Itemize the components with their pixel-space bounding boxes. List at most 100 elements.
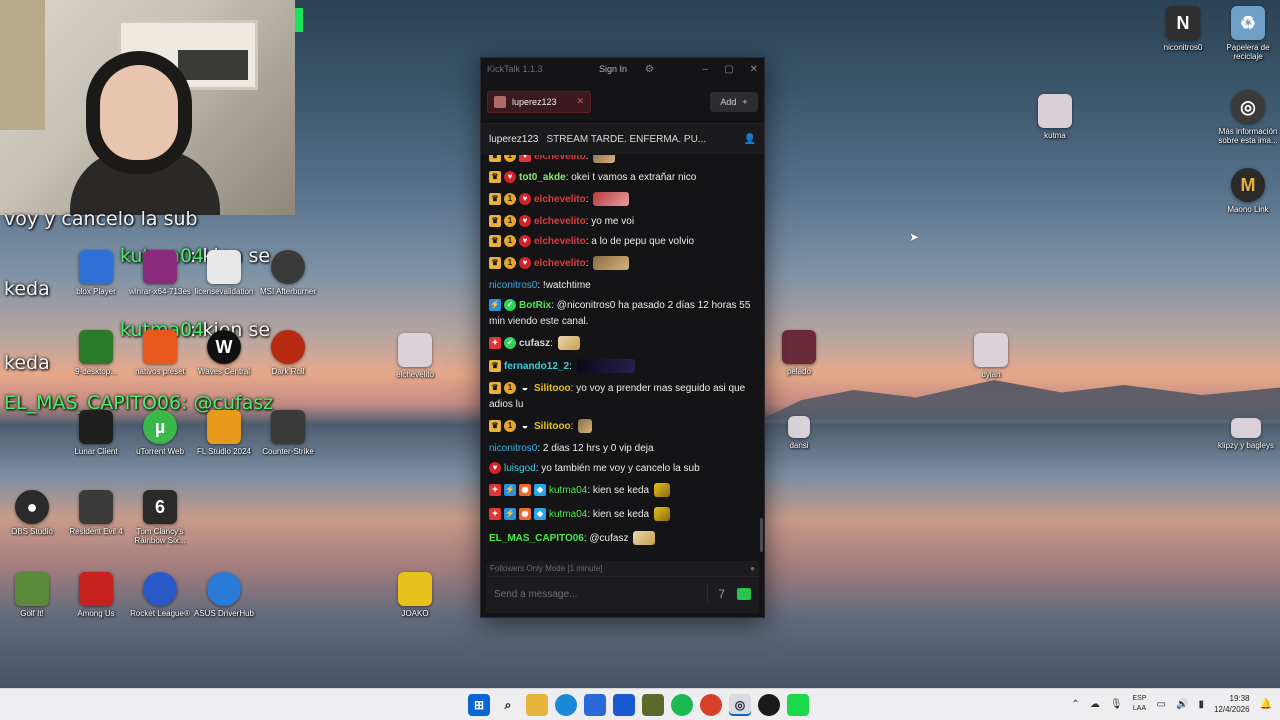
desktop-icon[interactable]: kutma <box>1019 94 1091 140</box>
desktop-icon[interactable]: JOAKO <box>379 572 451 618</box>
settings-gear-icon[interactable]: ⚙ <box>645 64 654 75</box>
subscriber-badge-icon: 1 <box>504 420 516 433</box>
chat-username[interactable]: BotRix <box>519 300 551 311</box>
chat-username[interactable]: kutma04 <box>549 509 587 520</box>
battery-icon[interactable]: ▮ <box>1198 699 1204 710</box>
desktop-icon[interactable]: Counter-Strike <box>252 410 324 456</box>
desktop-icon[interactable]: Among Us <box>60 572 132 618</box>
desktop-icon[interactable]: winrar-x64-713es <box>124 250 196 296</box>
seventv-emote-icon[interactable]: 7 <box>718 587 725 601</box>
edge-icon[interactable] <box>555 694 577 716</box>
chat-username[interactable]: niconitros0 <box>489 443 537 454</box>
subscriber-badge-icon: 1 <box>504 257 516 270</box>
desktop-icon[interactable]: blox Player <box>60 250 132 296</box>
desktop-icon[interactable]: dylan <box>955 333 1027 379</box>
desktop-icon[interactable]: Resident Evil 4 <box>60 490 132 536</box>
chatroom-tab[interactable]: luperez123 ✕ <box>487 90 592 113</box>
chat-username[interactable]: fernando12_2 <box>504 361 569 372</box>
image-file-icon <box>1231 418 1261 438</box>
desktop-icon[interactable]: W Waves Central <box>188 330 260 376</box>
clock[interactable]: 19:38 12/4/2026 <box>1214 693 1250 715</box>
notification-bell-icon[interactable]: 🔔 <box>1260 699 1272 710</box>
overlay-chat-line: keda <box>4 352 50 374</box>
chat-username[interactable]: elchevelito <box>534 155 586 162</box>
minimize-icon[interactable]: – <box>703 64 709 75</box>
desktop-icon[interactable]: M Maono Link <box>1212 168 1280 214</box>
language-indicator[interactable]: ESP LAA <box>1133 694 1147 714</box>
emote-icon <box>593 256 630 271</box>
chat-username[interactable]: luisgod <box>504 463 536 474</box>
start-windows-icon[interactable]: ⊞ <box>468 694 490 716</box>
desktop-icon[interactable]: pelado <box>763 330 835 376</box>
kicktalk-taskbar-icon[interactable] <box>787 694 809 716</box>
desktop-icon[interactable]: ASUS DriverHub <box>188 572 260 618</box>
chat-text: yo me voi <box>591 216 635 227</box>
gift-badge-icon: ♥ <box>489 462 501 475</box>
desktop-icon[interactable]: licensevalidation <box>188 250 260 296</box>
kicktalk-window: KickTalk 1.1.3 Sign In ⚙ – ▢ ✕ luperez12… <box>480 57 765 618</box>
outlook-icon[interactable] <box>613 694 635 716</box>
subscriber-badge-icon: 1 <box>504 215 516 228</box>
steam-icon[interactable]: ◎ <box>729 694 751 716</box>
chat-username[interactable]: tot0_akde <box>519 172 566 183</box>
chat-username[interactable]: elchevelito <box>534 216 586 227</box>
desktop-icon[interactable]: µ uTorrent Web <box>124 410 196 456</box>
desktop-icon[interactable]: Lunar Client <box>60 410 132 456</box>
maximize-icon[interactable]: ▢ <box>724 64 733 75</box>
channel-avatar <box>494 95 506 108</box>
language-bottom: LAA <box>1132 705 1147 712</box>
monitor-icon[interactable]: ▭ <box>1157 699 1166 710</box>
chat-username[interactable]: elchevelito <box>534 194 586 205</box>
sign-in-button[interactable]: Sign In <box>599 64 627 74</box>
desktop-icon-label: Más información sobre esta ima... <box>1218 127 1278 146</box>
spotify-icon[interactable] <box>671 694 693 716</box>
chat-username[interactable]: kutma04 <box>549 485 587 496</box>
desktop-icon[interactable]: dansi <box>763 416 835 450</box>
file-explorer-icon[interactable] <box>526 694 548 716</box>
kick-emote-icon[interactable] <box>737 588 751 600</box>
chat-username[interactable]: Silitooo <box>534 421 571 432</box>
game-app-icon[interactable] <box>642 694 664 716</box>
chat-text: 2 dias 12 hrs y 0 vip deja <box>542 443 654 454</box>
desktop-icon[interactable]: Dark Roll <box>252 330 324 376</box>
search-icon[interactable]: ⌕ <box>497 694 519 716</box>
microphone-icon[interactable]: 🎙 <box>1110 699 1123 710</box>
chat-username[interactable]: Silitooo <box>534 383 571 394</box>
speaker-icon[interactable]: 🔊 <box>1176 699 1188 710</box>
desktop-icon[interactable]: FL Studio 2024 <box>188 410 260 456</box>
close-icon[interactable]: ✕ <box>750 64 758 75</box>
chat-username[interactable]: elchevelito <box>534 236 586 247</box>
message-input[interactable]: Send a message... <box>494 589 697 600</box>
desktop-icon[interactable]: 6 Tom Clancy's Rainbow Six... <box>124 490 196 545</box>
chat-username[interactable]: EL_MAS_CAPITO06 <box>489 533 584 544</box>
desktop-icon[interactable]: N niconitros0 <box>1147 6 1219 52</box>
info-icon[interactable]: ● <box>750 564 755 573</box>
chrome-icon[interactable] <box>700 694 722 716</box>
desktop-icon[interactable]: ● OBS Studio <box>0 490 68 536</box>
user-icon[interactable]: 👤 <box>744 134 756 145</box>
desktop-icon-label: ASUS DriverHub <box>193 609 254 618</box>
desktop-icon[interactable]: elchevelito <box>379 333 451 379</box>
chevron-up-icon[interactable]: ⌃ <box>1071 699 1079 710</box>
desktop-icon[interactable]: 9-desktop... <box>60 330 132 376</box>
chat-username[interactable]: cufasz <box>519 338 550 349</box>
taskbar-apps: ⊞ ⌕ ◎ <box>468 694 809 716</box>
gift-badge-icon: ♥ <box>519 193 531 206</box>
close-tab-icon[interactable]: ✕ <box>577 96 585 107</box>
desktop-icon[interactable]: Rocket League® <box>124 572 196 618</box>
desktop-icon[interactable]: nativos preset <box>124 330 196 376</box>
store-icon[interactable] <box>584 694 606 716</box>
desktop-icon[interactable]: Golf It! <box>0 572 68 618</box>
desktop-icon[interactable]: klipzy y bagleys <box>1210 418 1280 450</box>
chat-scrollbar[interactable] <box>760 518 763 552</box>
desktop-icon[interactable]: ◎ Más información sobre esta ima... <box>1212 90 1280 145</box>
chat-username[interactable]: elchevelito <box>534 258 586 269</box>
chat-username[interactable]: niconitros0 <box>489 280 537 291</box>
desktop-icon[interactable]: MSI Afterburner <box>252 250 324 296</box>
network-tray-icon[interactable]: ☁ <box>1090 699 1100 710</box>
desktop-icon[interactable]: ♻ Papelera de reciclaje <box>1212 6 1280 61</box>
taskbar: ⊞ ⌕ ◎ ⌃ ☁ 🎙 ESP LAA ▭ 🔊 ▮ 19:38 12/4/202… <box>0 688 1280 720</box>
add-chatroom-button[interactable]: Add + <box>710 91 758 112</box>
obs-taskbar-icon[interactable] <box>758 694 780 716</box>
desktop-icon-label: Golf It! <box>20 609 44 618</box>
